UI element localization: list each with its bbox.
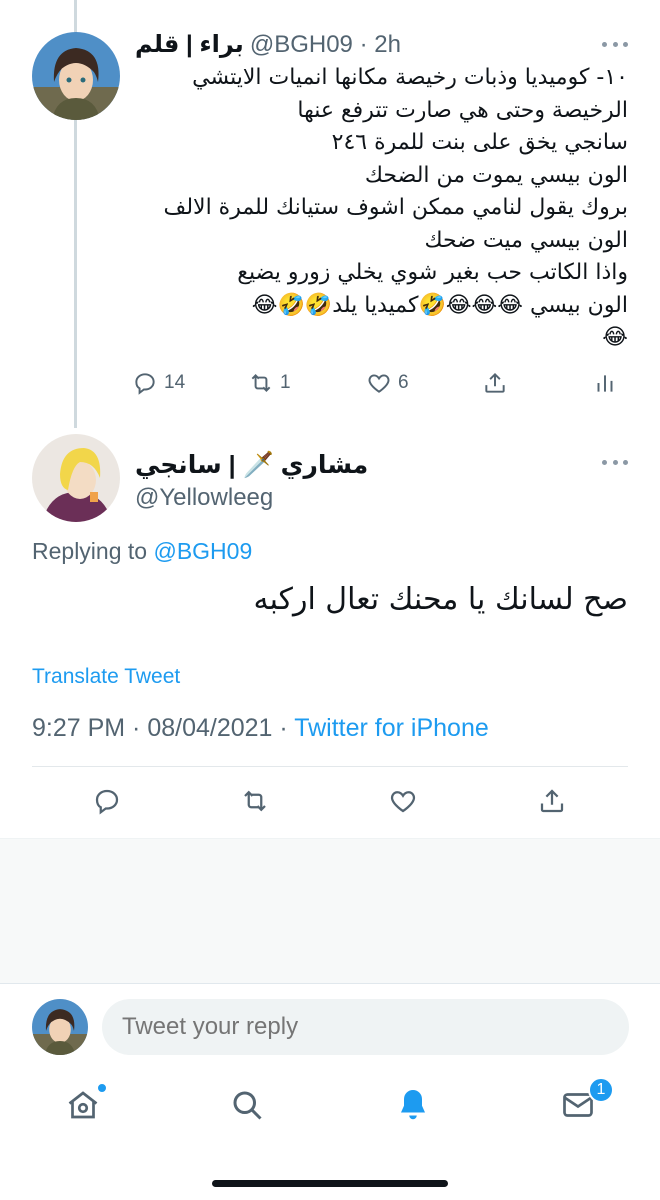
- tab-messages[interactable]: 1: [560, 1077, 614, 1127]
- replying-to-link[interactable]: @BGH09: [153, 538, 252, 564]
- bell-icon: [401, 1090, 425, 1120]
- tweet-time[interactable]: 2h: [374, 31, 401, 58]
- tweet-line: سانجي يخق على بنت للمرة ٢٤٦: [331, 130, 628, 155]
- share-button[interactable]: [537, 786, 567, 816]
- avatar[interactable]: [32, 32, 120, 120]
- tweet-line: الون بيسي ميت ضحك: [424, 227, 629, 253]
- notification-dot: [97, 1083, 107, 1093]
- home-icon: [68, 1091, 98, 1119]
- tweet-text: صح لسانك يا محنك تعال اركبه: [253, 582, 628, 617]
- like-count: 6: [398, 372, 409, 393]
- handle[interactable]: @Yellowleeg: [135, 484, 273, 512]
- more-options-icon[interactable]: [602, 42, 628, 50]
- tweet-timestamp: 9:27 PM · 08/04/2021 · Twitter for iPhon…: [32, 714, 489, 743]
- retweet-button[interactable]: 1: [248, 370, 291, 396]
- reply-count: 14: [164, 372, 186, 393]
- like-button[interactable]: 6: [366, 370, 409, 396]
- analytics-icon: [597, 375, 613, 392]
- replying-to-line: Replying to @BGH09: [32, 538, 252, 565]
- display-name[interactable]: براء | قلم: [135, 31, 244, 58]
- tweet-line: الون بيسي يموت من الضحك: [364, 162, 628, 188]
- user-avatar[interactable]: [32, 999, 88, 1055]
- reply-compose-bar: [0, 985, 660, 1065]
- bottom-tab-bar: 1: [0, 1075, 660, 1145]
- heart-icon: [368, 374, 390, 393]
- like-button[interactable]: [388, 786, 418, 816]
- tweet-line: ١٠- كوميديا وذبات رخيصة مكانها انميات ال…: [192, 65, 628, 90]
- more-options-icon[interactable]: [602, 460, 628, 468]
- tab-home[interactable]: [65, 1083, 107, 1127]
- retweet-icon: [251, 374, 271, 392]
- search-icon: [233, 1091, 262, 1120]
- handle[interactable]: @BGH09: [250, 31, 353, 58]
- retweet-button[interactable]: [240, 786, 270, 816]
- home-indicator[interactable]: [212, 1180, 448, 1187]
- tweet-line: 😂: [602, 325, 628, 350]
- tweet-line: بروك يقول لنامي ممكن اشوف ستيانك للمرة ا…: [163, 195, 628, 220]
- empty-replies-area: [0, 838, 660, 984]
- retweet-icon: [244, 790, 266, 812]
- tweet-line: الون بيسي 😂😂😂🤣كميديا يلد🤣🤣😂: [251, 292, 628, 318]
- client-link[interactable]: Twitter for iPhone: [294, 714, 489, 742]
- avatar[interactable]: [32, 434, 120, 522]
- share-icon: [485, 372, 505, 393]
- messages-badge: 1: [588, 1077, 614, 1103]
- translate-tweet-link[interactable]: Translate Tweet: [32, 665, 180, 689]
- reply-icon: [95, 789, 119, 815]
- tweet-text: ١٠- كوميديا وذبات رخيصة مكانها انميات ال…: [138, 62, 628, 355]
- analytics-button[interactable]: [592, 370, 618, 396]
- timestamp-text: 9:27 PM · 08/04/2021 ·: [32, 714, 295, 742]
- reply-input[interactable]: [102, 999, 629, 1055]
- tweet-actions: [0, 786, 660, 826]
- reply-button[interactable]: 14: [132, 370, 185, 396]
- tweet-header: براء | قلم @BGH09 · 2h: [135, 30, 401, 59]
- tab-notifications[interactable]: [395, 1087, 435, 1127]
- parent-tweet[interactable]: براء | قلم @BGH09 · 2h ١٠- كوميديا وذبات …: [0, 0, 660, 430]
- time-separator: ·: [352, 31, 375, 58]
- display-name[interactable]: مشاري 🗡️ | سانجي: [135, 450, 368, 480]
- retweet-count: 1: [280, 372, 291, 393]
- share-icon: [540, 789, 564, 813]
- reply-icon: [135, 373, 155, 395]
- heart-icon: [390, 791, 416, 813]
- focused-reply-tweet: مشاري 🗡️ | سانجي @Yellowleeg Replying to…: [0, 430, 660, 838]
- replying-to-label: Replying to: [32, 538, 148, 564]
- reply-button[interactable]: [92, 786, 122, 816]
- tweet-line: الرخيصة وحتى هي صارت تترفع عنها: [297, 97, 628, 123]
- share-button[interactable]: [482, 370, 508, 396]
- tweet-actions: 14 1 6: [132, 370, 622, 404]
- tab-search[interactable]: [229, 1087, 269, 1127]
- divider: [32, 766, 628, 767]
- tweet-line: واذا الكاتب حب بغير شوي يخلي زورو يضيع: [237, 260, 628, 285]
